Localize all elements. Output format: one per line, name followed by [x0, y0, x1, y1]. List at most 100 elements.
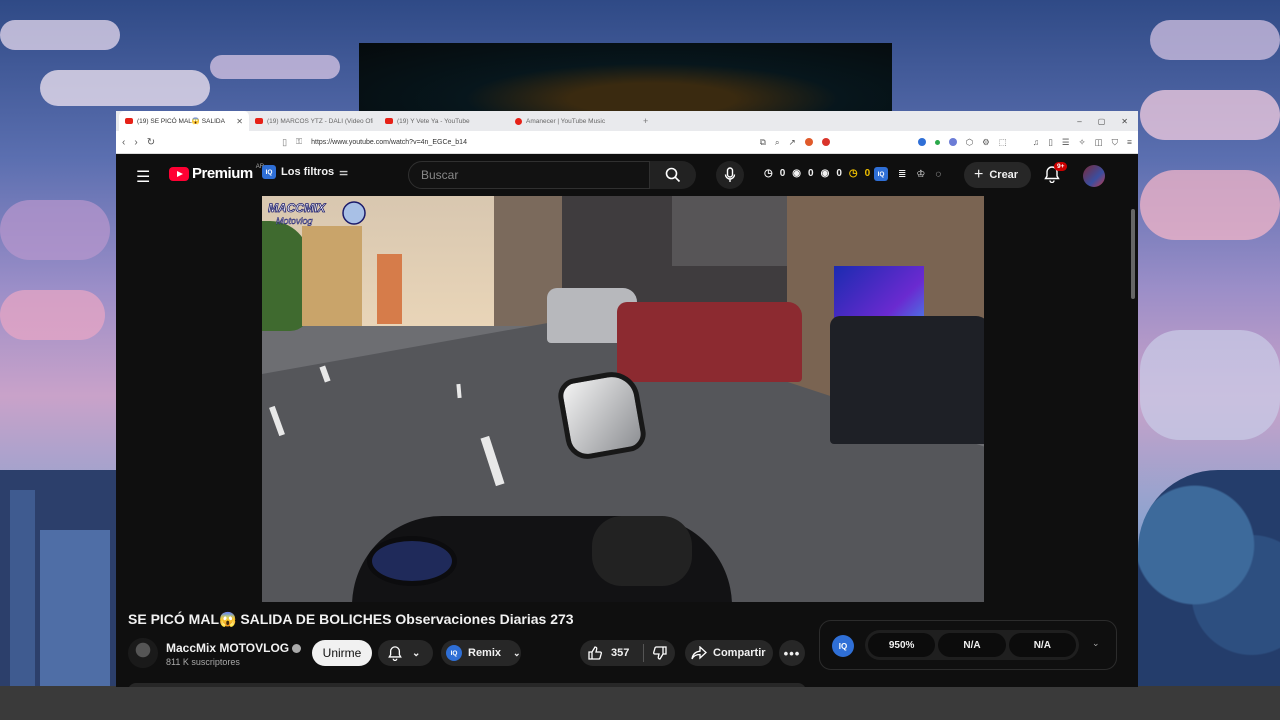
- wallet-icon[interactable]: ◫: [1095, 137, 1103, 148]
- trophy-icon[interactable]: ♔: [916, 169, 925, 180]
- browser-tab-active[interactable]: (19) SE PICÓ MAL😱 SALIDA ✕: [119, 111, 249, 131]
- tab-title: Amanecer | YouTube Music: [526, 117, 606, 125]
- video-frame-building: [302, 226, 362, 326]
- forward-icon[interactable]: ›: [134, 137, 137, 148]
- bell-icon: [388, 646, 402, 661]
- sidebar-icon[interactable]: ▯: [1048, 137, 1053, 148]
- notification-badge: 9+: [1054, 162, 1068, 171]
- extension-icon[interactable]: ⚙: [982, 137, 990, 148]
- browser-tab[interactable]: (19) Y Vete Ya - YouTube: [379, 111, 509, 131]
- install-icon[interactable]: ⧉: [760, 137, 766, 148]
- iq-extension-icon[interactable]: IQ: [874, 167, 888, 181]
- filters-button[interactable]: IQ Los filtros ⚌: [262, 165, 348, 179]
- maximize-button[interactable]: ▢: [1098, 117, 1106, 126]
- voice-search-button[interactable]: [716, 161, 744, 189]
- iq-chip-group: 950% N/A N/A: [865, 630, 1079, 660]
- media-icon[interactable]: ♫: [1033, 137, 1039, 147]
- iq-chip[interactable]: N/A: [938, 633, 1006, 657]
- filters-label: Los filtros: [281, 166, 335, 178]
- page-scrollbar[interactable]: [1128, 199, 1138, 687]
- browser-tab[interactable]: (19) MARCOS YTZ - DALI (Video Ofi: [249, 111, 379, 131]
- leo-icon[interactable]: ✧: [1079, 137, 1086, 148]
- zoom-icon[interactable]: ⌕: [775, 137, 780, 148]
- extension-icon[interactable]: ⬡: [966, 137, 973, 148]
- share-page-icon[interactable]: ↗: [789, 137, 796, 148]
- share-icon: [691, 646, 707, 660]
- search-button[interactable]: [650, 161, 696, 189]
- cloud: [1150, 20, 1280, 60]
- chat-icon[interactable]: ◌: [935, 169, 941, 180]
- iq-chip[interactable]: N/A: [1008, 633, 1076, 657]
- search-icon: [665, 167, 681, 183]
- clock-icon: ◷: [764, 168, 773, 179]
- logo-text: Premium: [192, 165, 253, 182]
- header-tools: IQ ≣ ♔ ◌: [874, 167, 941, 181]
- youtube-page: ☰ Premium AR IQ Los filtros ⚌ Buscar ◷ 0 …: [116, 155, 1138, 687]
- youtube-music-favicon-icon: [515, 117, 522, 125]
- reading-list-icon[interactable]: ☰: [1062, 137, 1070, 148]
- extension-icon[interactable]: [934, 139, 940, 145]
- hamburger-menu-icon[interactable]: ☰: [136, 167, 150, 187]
- share-button[interactable]: Compartir: [685, 640, 773, 666]
- city-silhouette: [0, 470, 116, 720]
- url-field[interactable]: https://www.youtube.com/watch?v=4n_EGCe_…: [311, 139, 751, 146]
- reload-icon[interactable]: ↻: [147, 137, 155, 148]
- channel-name-text: MaccMix MOTOVLOG: [166, 641, 290, 655]
- iq-chip[interactable]: 950%: [868, 633, 936, 657]
- close-tab-icon[interactable]: ✕: [236, 117, 243, 126]
- extensions-toolbar: ⧉ ⌕ ↗ ⬡ ⚙ ⬚ ♫ ▯ ☰ ✧ ◫ ⛉ ≡: [760, 137, 1132, 148]
- vpn-icon[interactable]: ⛉: [1112, 137, 1118, 148]
- create-button[interactable]: + Crear: [964, 162, 1031, 188]
- brave-shield-icon[interactable]: [804, 138, 813, 146]
- rewards-icon[interactable]: [821, 138, 830, 146]
- translate-icon[interactable]: [948, 138, 957, 146]
- channel-avatar[interactable]: [128, 638, 158, 668]
- subscriber-count: 811 K suscriptores: [166, 657, 240, 667]
- thumbs-up-icon[interactable]: [587, 645, 603, 661]
- like-count[interactable]: 357: [611, 647, 629, 659]
- subscription-bell-button[interactable]: ⌄: [378, 640, 433, 666]
- close-window-button[interactable]: ✕: [1121, 117, 1128, 126]
- browser-tab[interactable]: Amanecer | YouTube Music: [509, 111, 639, 131]
- iq-extension-icon: IQ: [262, 165, 276, 179]
- join-button[interactable]: Unirme: [312, 640, 372, 666]
- verified-icon: [292, 644, 302, 654]
- bookmark-icon[interactable]: ▯: [282, 137, 287, 148]
- search-input[interactable]: Buscar: [408, 161, 650, 189]
- youtube-logo[interactable]: Premium AR: [169, 164, 264, 182]
- youtube-favicon-icon: [255, 118, 263, 124]
- menu-icon[interactable]: ≡: [1127, 137, 1132, 147]
- address-bar-row: ‹ › ↻ ▯ ⚿ https://www.youtube.com/watch?…: [116, 131, 1138, 154]
- youtube-play-icon: [169, 166, 189, 181]
- back-icon[interactable]: ‹: [122, 137, 125, 148]
- user-avatar[interactable]: [1083, 165, 1105, 187]
- youtube-header: ☰ Premium AR IQ Los filtros ⚌ Buscar ◷ 0 …: [116, 155, 1138, 195]
- scrollbar-thumb[interactable]: [1131, 209, 1135, 299]
- remix-button[interactable]: IQ Remix ⌄: [441, 640, 521, 666]
- create-label: Crear: [989, 169, 1019, 181]
- youtube-favicon-icon: [125, 118, 133, 124]
- more-horizontal-icon: •••: [783, 645, 801, 661]
- extension-icon[interactable]: ⬚: [999, 137, 1007, 148]
- minimize-button[interactable]: –: [1077, 117, 1081, 126]
- site-info-icon[interactable]: ⚿: [296, 137, 302, 147]
- video-frame-car: [830, 316, 984, 444]
- timer-icon: ◷: [848, 168, 858, 179]
- microphone-icon: [724, 167, 736, 182]
- playlist-icon[interactable]: ≣: [898, 169, 906, 180]
- extension-icon[interactable]: [917, 138, 926, 146]
- cloud: [0, 290, 105, 340]
- channel-watermark-logo: MACCMIX Motovlog: [268, 200, 368, 226]
- description-box[interactable]: [128, 683, 806, 687]
- more-actions-button[interactable]: •••: [779, 640, 805, 666]
- new-tab-button[interactable]: +: [643, 116, 648, 126]
- background-video-window[interactable]: [359, 43, 892, 113]
- thumbs-down-icon[interactable]: [652, 645, 668, 661]
- chevron-down-icon[interactable]: ⌄: [1092, 638, 1100, 649]
- video-player[interactable]: MACCMIX Motovlog: [262, 196, 984, 602]
- tab-title: (19) SE PICÓ MAL😱 SALIDA: [137, 118, 225, 125]
- chevron-down-icon: ⌄: [513, 647, 521, 658]
- video-title: SE PICÓ MAL😱 SALIDA DE BOLICHES Observac…: [128, 611, 574, 627]
- share-label: Compartir: [713, 647, 766, 659]
- channel-name[interactable]: MaccMix MOTOVLOG: [166, 641, 302, 655]
